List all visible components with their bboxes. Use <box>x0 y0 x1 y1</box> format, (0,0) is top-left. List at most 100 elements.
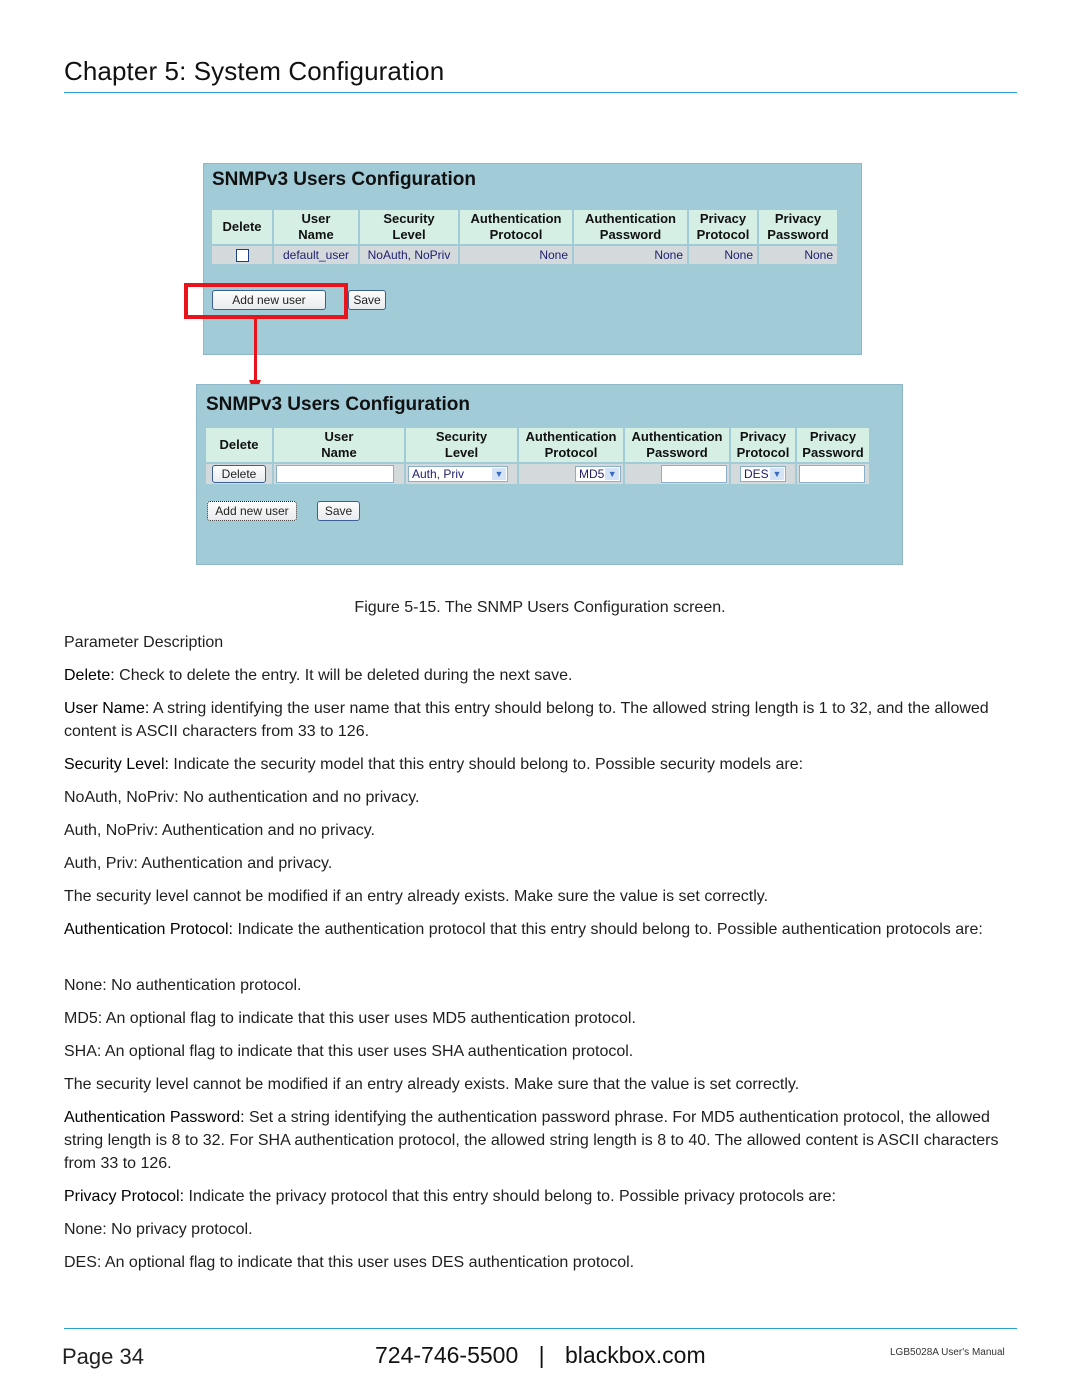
parameter-paragraph: Security Level: Indicate the security mo… <box>64 753 1019 776</box>
parameter-text: SHA: An optional flag to indicate that t… <box>64 1043 634 1060</box>
delete-checkbox[interactable] <box>235 249 249 263</box>
col-auth-password: Authentication Password <box>625 428 729 462</box>
parameter-paragraph: DES: An optional flag to indicate that t… <box>64 1251 1019 1274</box>
annotation-arrow-line <box>254 319 257 381</box>
parameter-text: None: No authentication protocol. <box>64 977 302 994</box>
panel-title: SNMPv3 Users Configuration <box>206 394 470 415</box>
auth-password-input[interactable] <box>661 465 727 483</box>
user-name-input[interactable] <box>276 465 394 483</box>
privacy-protocol-select[interactable]: DES ▼ <box>740 466 786 483</box>
parameter-paragraph: NoAuth, NoPriv: No authentication and no… <box>64 786 1019 809</box>
manual-name: LGB5028A User's Manual <box>890 1347 1005 1358</box>
table-header-row: Delete User Name Security Level Authentica… <box>206 428 869 462</box>
parameter-paragraph: SHA: An optional flag to indicate that t… <box>64 1040 1019 1063</box>
footer-separator: | <box>538 1342 545 1368</box>
parameter-paragraph: Authentication Protocol: Indicate the au… <box>64 918 1019 941</box>
parameter-label: Delete: <box>64 667 115 684</box>
user-name-cell <box>274 464 404 484</box>
footer-contact: 724-746-5500 | blackbox.com <box>375 1342 706 1369</box>
parameter-text: The security level cannot be modified if… <box>64 888 769 905</box>
parameter-text: DES: An optional flag to indicate that t… <box>64 1254 635 1271</box>
col-auth-protocol: Authentication Protocol <box>519 428 623 462</box>
parameter-heading: Parameter Description <box>64 634 224 651</box>
chevron-down-icon: ▼ <box>770 468 784 481</box>
parameter-paragraph: Privacy Protocol: Indicate the privacy p… <box>64 1185 1019 1208</box>
privacy-protocol-value: DES <box>744 467 769 482</box>
parameter-paragraph: Auth, NoPriv: Authentication and no priv… <box>64 819 1019 842</box>
security-level-value: Auth, Priv <box>412 467 465 482</box>
parameter-paragraph: The security level cannot be modified if… <box>64 1073 1019 1096</box>
parameter-text: Auth, Priv: Authentication and privacy. <box>64 855 333 872</box>
parameter-text: Indicate the privacy protocol that this … <box>184 1188 836 1205</box>
parameter-text: None: No privacy protocol. <box>64 1221 253 1238</box>
col-security-level: Security Level <box>360 210 458 244</box>
col-delete: Delete <box>212 210 272 244</box>
page-number: Page 34 <box>62 1344 144 1369</box>
parameter-paragraph: The security level cannot be modified if… <box>64 885 1019 908</box>
parameter-label: Privacy Protocol: <box>64 1188 185 1205</box>
parameter-text: Check to delete the entry. It will be de… <box>114 667 573 684</box>
panel-title: SNMPv3 Users Configuration <box>212 169 476 190</box>
parameter-paragraph: Authentication Password: Set a string id… <box>64 1106 1019 1175</box>
parameter-label: Authentication Protocol: <box>64 921 233 938</box>
highlight-box <box>184 283 348 319</box>
figure-caption: Figure 5-15. The SNMP Users Configuratio… <box>354 599 726 616</box>
parameter-text: A string identifying the user name that … <box>64 700 989 740</box>
auth-protocol-select[interactable]: MD5 ▼ <box>575 466 621 483</box>
save-button[interactable]: Save <box>317 501 360 521</box>
col-privacy-protocol: Privacy Protocol <box>689 210 757 244</box>
snmp-users-table: Delete User Name Security Level Authentica… <box>204 426 871 486</box>
col-privacy-protocol: Privacy Protocol <box>731 428 795 462</box>
delete-button[interactable]: Delete <box>211 465 267 483</box>
parameter-text: Auth, NoPriv: Authentication and no priv… <box>64 822 375 839</box>
privacy-password-cell <box>797 464 869 484</box>
parameter-text: Indicate the authentication protocol tha… <box>233 921 983 938</box>
delete-cell <box>212 246 272 264</box>
privacy-password-cell: None <box>759 246 837 264</box>
chevron-down-icon: ▼ <box>492 468 506 481</box>
parameter-paragraph: Delete: Check to delete the entry. It wi… <box>64 664 1019 687</box>
auth-password-cell <box>625 464 729 484</box>
privacy-password-input[interactable] <box>799 465 865 483</box>
website-link[interactable]: blackbox.com <box>565 1342 706 1368</box>
security-level-cell: Auth, Priv ▼ <box>406 464 517 484</box>
parameter-paragraph: None: No privacy protocol. <box>64 1218 1019 1241</box>
col-user-name: User Name <box>274 428 404 462</box>
security-level-select[interactable]: Auth, Priv ▼ <box>408 466 508 483</box>
user-name-cell: default_user <box>274 246 358 264</box>
auth-protocol-cell: None <box>460 246 572 264</box>
col-privacy-password: Privacy Password <box>759 210 837 244</box>
table-row: default_user NoAuth, NoPriv None None No… <box>212 246 837 264</box>
save-button[interactable]: Save <box>348 290 386 310</box>
add-new-user-button[interactable]: Add new user <box>207 501 297 521</box>
col-security-level: Security Level <box>406 428 517 462</box>
parameter-text: Indicate the security model that this en… <box>168 756 804 773</box>
col-auth-protocol: Authentication Protocol <box>460 210 572 244</box>
auth-protocol-cell: MD5 ▼ <box>519 464 623 484</box>
parameter-paragraph: None: No authentication protocol. <box>64 974 1019 997</box>
parameter-text: The security level cannot be modified if… <box>64 1076 800 1093</box>
privacy-protocol-cell: None <box>689 246 757 264</box>
snmp-panel-before: SNMPv3 Users Configuration Delete User Na… <box>203 163 862 355</box>
chevron-down-icon: ▼ <box>605 468 619 481</box>
col-privacy-password: Privacy Password <box>797 428 869 462</box>
table-row: Delete Auth, Priv ▼ MD5 ▼ DES ▼ <box>206 464 869 484</box>
col-delete: Delete <box>206 428 272 462</box>
snmp-users-table: Delete User Name Security Level Authentica… <box>210 208 839 266</box>
parameter-text: NoAuth, NoPriv: No authentication and no… <box>64 789 420 806</box>
header-rule <box>64 92 1017 93</box>
auth-password-cell: None <box>574 246 687 264</box>
delete-cell: Delete <box>206 464 272 484</box>
privacy-protocol-cell: DES ▼ <box>731 464 795 484</box>
chapter-title: Chapter 5: System Configuration <box>64 56 445 86</box>
snmp-panel-after: SNMPv3 Users Configuration Delete User Na… <box>196 384 903 565</box>
parameter-label: User Name: <box>64 700 150 717</box>
security-level-cell: NoAuth, NoPriv <box>360 246 458 264</box>
auth-protocol-value: MD5 <box>579 467 605 482</box>
parameter-label: Security Level: <box>64 756 169 773</box>
parameter-label: Authentication Password: <box>64 1109 245 1126</box>
col-user-name: User Name <box>274 210 358 244</box>
table-header-row: Delete User Name Security Level Authentica… <box>212 210 837 244</box>
col-auth-password: Authentication Password <box>574 210 687 244</box>
parameter-paragraph: User Name: A string identifying the user… <box>64 697 1019 743</box>
